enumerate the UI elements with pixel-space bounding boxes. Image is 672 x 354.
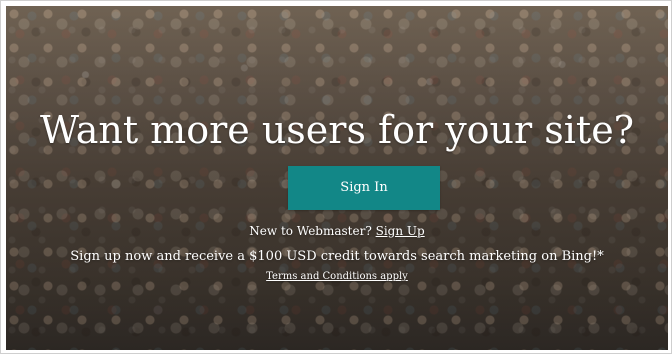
promo-text: Sign up now and receive a $100 USD credi…: [70, 249, 604, 264]
hero-content: Want more users for your site? Sign In N…: [6, 6, 668, 350]
page-frame: Want more users for your site? Sign In N…: [0, 0, 672, 354]
new-user-line: New to Webmaster? Sign Up: [6, 224, 668, 238]
terms-link[interactable]: Terms and Conditions apply: [266, 271, 408, 282]
sign-up-link[interactable]: Sign Up: [376, 224, 425, 238]
sign-in-button[interactable]: Sign In: [288, 166, 440, 210]
terms-line: Terms and Conditions apply: [6, 271, 668, 283]
new-user-prefix: New to Webmaster?: [249, 224, 372, 238]
hero-banner: Want more users for your site? Sign In N…: [6, 6, 668, 350]
hero-headline: Want more users for your site?: [39, 108, 635, 152]
